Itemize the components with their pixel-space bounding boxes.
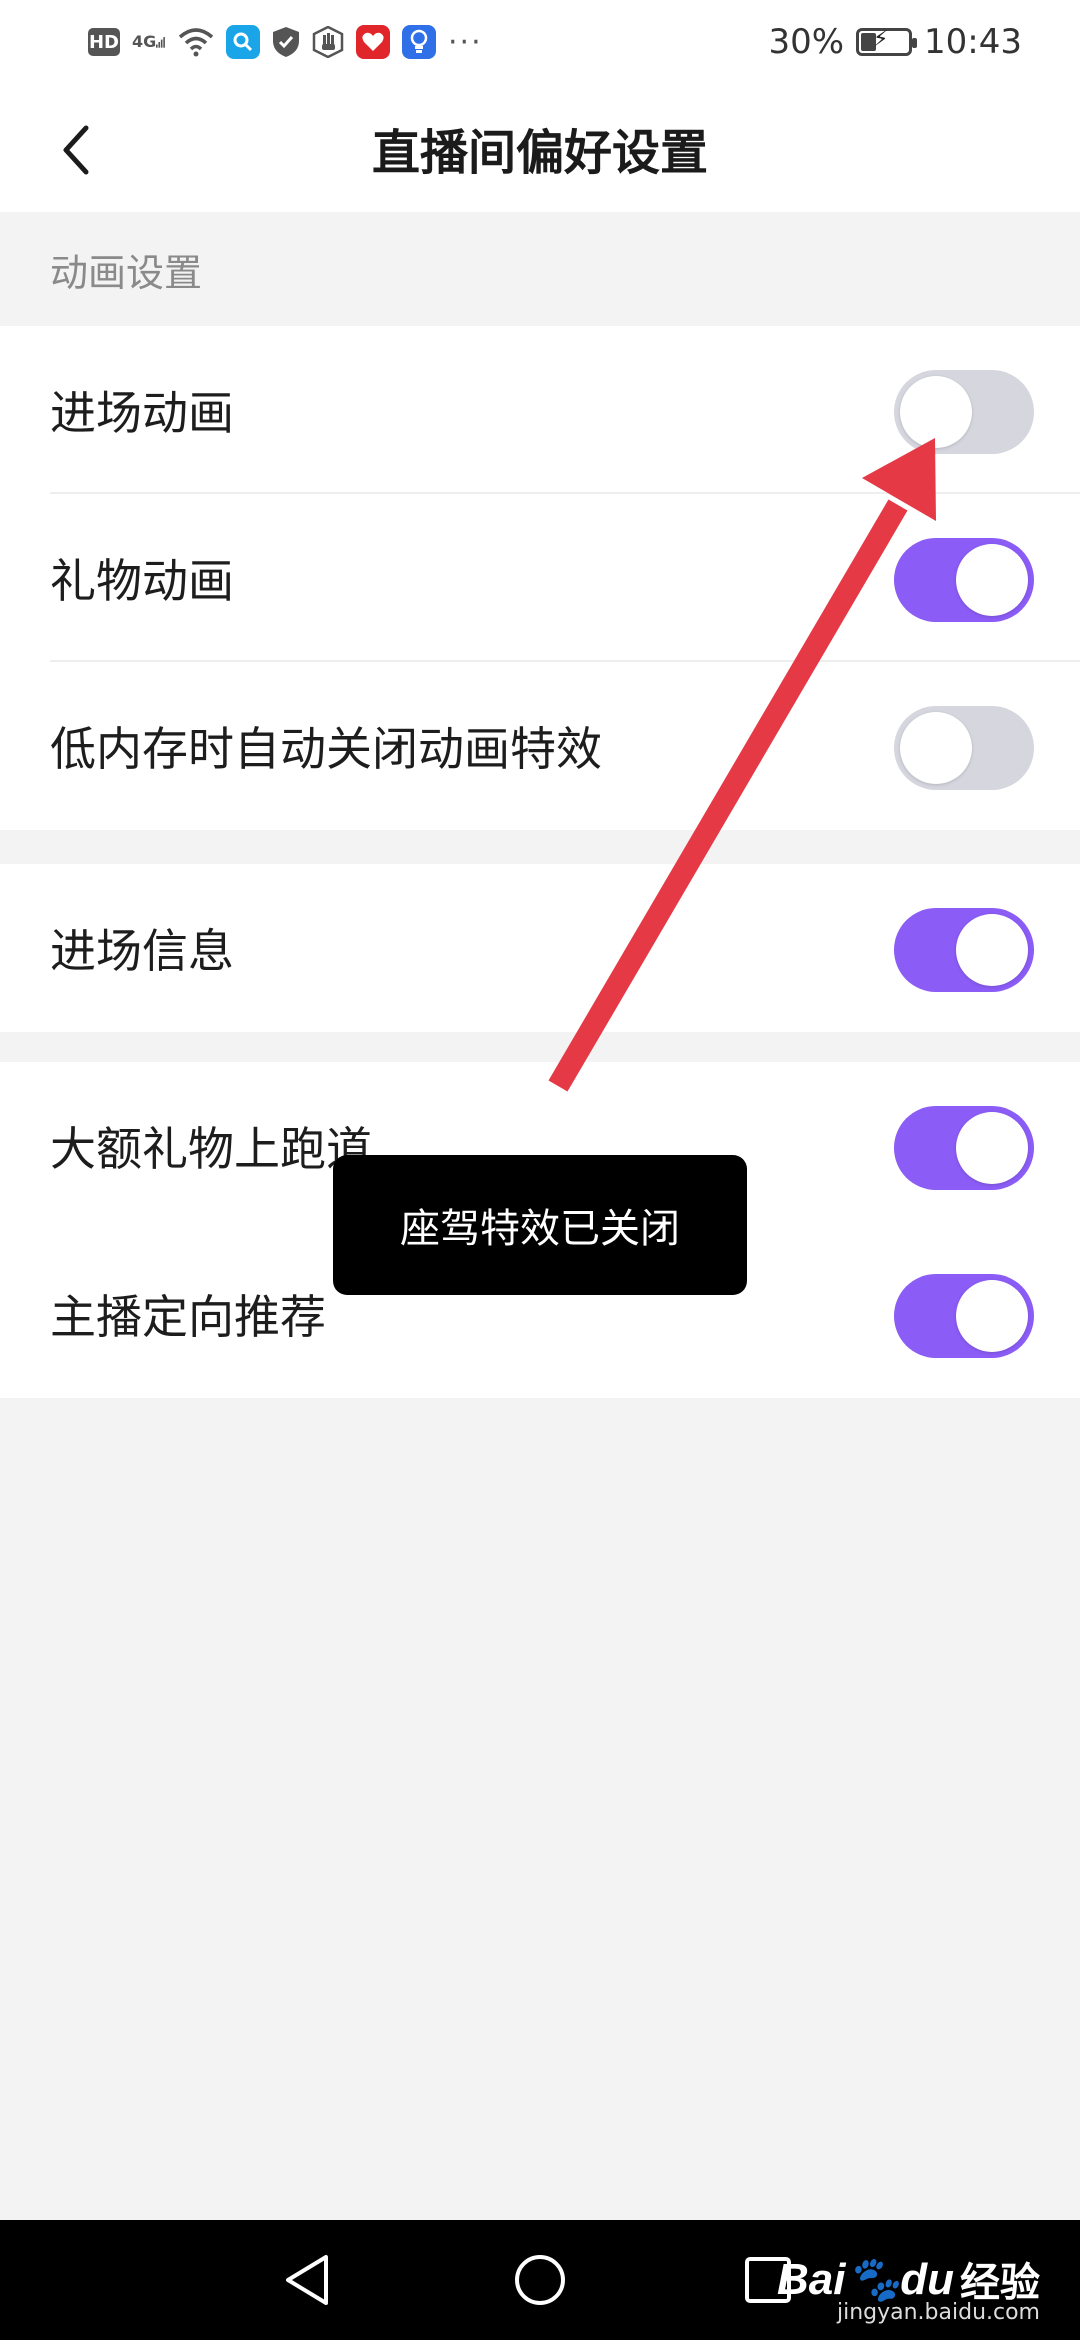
- setting-row-low-memory: 低内存时自动关闭动画特效: [0, 662, 1080, 830]
- search-app-icon: [226, 25, 260, 59]
- nav-home-button[interactable]: [508, 2248, 572, 2312]
- settings-group-entry-info: 进场信息: [0, 864, 1080, 1032]
- toggle-knob: [956, 544, 1028, 616]
- bulb-app-icon: [402, 25, 436, 59]
- host-recommend-toggle[interactable]: [894, 1274, 1034, 1358]
- watermark-logo-suffix: du: [900, 2255, 954, 2304]
- entry-animation-toggle[interactable]: [894, 370, 1034, 454]
- charging-icon: ⚡: [873, 27, 889, 52]
- setting-label: 大额礼物上跑道: [50, 1122, 372, 1176]
- watermark-url: jingyan.baidu.com: [836, 2300, 1040, 2325]
- setting-label: 礼物动画: [50, 554, 234, 608]
- hand-icon: [312, 25, 344, 59]
- watermark-logo-text: Bai: [776, 2255, 846, 2304]
- big-gift-runway-toggle[interactable]: [894, 1106, 1034, 1190]
- toggle-knob: [956, 914, 1028, 986]
- toggle-knob: [956, 1112, 1028, 1184]
- shield-icon: [272, 25, 300, 59]
- entry-info-toggle[interactable]: [894, 908, 1034, 992]
- low-memory-toggle[interactable]: [894, 706, 1034, 790]
- wifi-icon: [178, 25, 214, 59]
- triangle-back-icon: [286, 2255, 328, 2305]
- watermark-logo: Bai🐾du: [777, 2253, 954, 2305]
- toggle-knob: [900, 376, 972, 448]
- settings-group-animation: 进场动画 礼物动画 低内存时自动关闭动画特效: [0, 326, 1080, 830]
- setting-row-entry-animation: 进场动画: [0, 326, 1080, 494]
- setting-label: 低内存时自动关闭动画特效: [50, 722, 602, 776]
- circle-home-icon: [515, 2255, 565, 2305]
- status-icons-left: HD 4G ···: [88, 24, 483, 60]
- paw-icon: 🐾: [845, 2255, 901, 2304]
- status-icons-right: 30% ⚡ 10:43: [768, 22, 1022, 62]
- setting-label: 主播定向推荐: [50, 1290, 326, 1344]
- hd-icon: HD: [88, 28, 120, 56]
- app-header: 直播间偏好设置: [0, 84, 1080, 212]
- signal-icon: 4G: [132, 25, 166, 59]
- battery-percent: 30%: [768, 22, 845, 62]
- clock: 10:43: [924, 22, 1022, 62]
- more-icon: ···: [448, 24, 483, 60]
- toggle-knob: [900, 712, 972, 784]
- baidu-watermark: Bai🐾du 经验 jingyan.baidu.com: [777, 2250, 1040, 2325]
- section-title-animation: 动画设置: [50, 250, 203, 295]
- page-title: 直播间偏好设置: [371, 125, 708, 181]
- status-bar: HD 4G ··· 30% ⚡ 10:43: [0, 0, 1080, 84]
- setting-label: 进场动画: [50, 386, 234, 440]
- settings-screen: HD 4G ··· 30% ⚡ 10:43 直播间偏好设置 动画设置 进场动画 …: [0, 0, 1080, 2340]
- system-nav-bar: Bai🐾du 经验 jingyan.baidu.com: [0, 2220, 1080, 2340]
- toggle-knob: [956, 1280, 1028, 1352]
- setting-row-entry-info: 进场信息: [0, 864, 1080, 1032]
- network-type: 4G: [132, 32, 157, 51]
- back-button[interactable]: [40, 114, 112, 186]
- setting-label: 进场信息: [50, 924, 234, 978]
- setting-row-gift-animation: 礼物动画: [0, 494, 1080, 662]
- battery-icon: ⚡: [856, 27, 918, 56]
- chevron-left-icon: [63, 125, 89, 175]
- nav-back-button[interactable]: [276, 2248, 340, 2312]
- gift-animation-toggle[interactable]: [894, 538, 1034, 622]
- toast-message: 座驾特效已关闭: [333, 1155, 747, 1295]
- heart-app-icon: [356, 25, 390, 59]
